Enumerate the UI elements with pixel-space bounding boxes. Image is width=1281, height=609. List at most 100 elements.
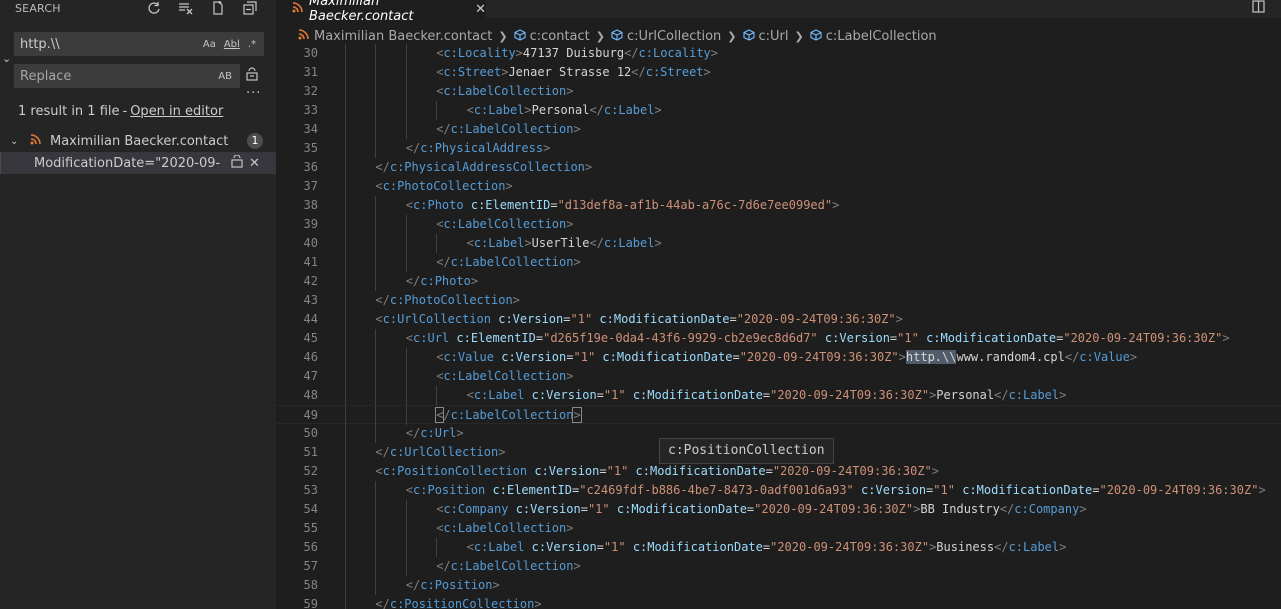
indent-guide [345,576,346,595]
code-line[interactable]: 43 </c:PhotoCollection> [276,291,1281,310]
line-number: 31 [303,65,318,79]
indent-guide [345,367,346,386]
toggle-replace-chevron-icon[interactable]: ⌄ [2,52,11,65]
code-line[interactable]: 49 </c:LabelCollection> [276,405,1281,425]
replace-input-placeholder: Replace [20,68,72,84]
indent-guide [375,500,377,519]
code-text: <c:UrlCollection c:Version="1" c:Modific… [375,312,903,326]
code-line[interactable]: 32 <c:LabelCollection> [276,82,1281,101]
match-case-icon[interactable]: Aa [203,39,216,50]
code-editor[interactable]: 30 <c:Locality>47137 Duisburg</c:Locality… [276,44,1281,609]
symbol-field-icon [810,28,822,44]
result-summary-separator: - [122,104,128,119]
indent-guide [345,557,346,576]
indent-guide [375,406,377,425]
code-line[interactable]: 30 <c:Locality>47137 Duisburg</c:Locality… [276,44,1281,63]
indent-guide [375,234,377,253]
breadcrumb-item[interactable]: c:Url [742,28,789,44]
result-file-name: Maximilian Baecker.contact [50,133,229,149]
replace-all-icon[interactable] [245,67,259,85]
code-text: <c:Label>UserTile</c:Label> [466,236,662,250]
code-text: <c:LabelCollection> [436,217,574,231]
line-number: 48 [303,388,318,402]
collapse-all-icon[interactable] [240,0,260,16]
code-text: </c:Photo> [405,274,479,288]
symbol-field-icon [742,28,755,44]
replace-icon[interactable] [231,154,243,171]
dismiss-icon[interactable]: ✕ [249,156,260,171]
chevron-down-icon[interactable]: ⌄ [10,136,22,147]
line-number: 47 [303,369,318,383]
preserve-case-icon[interactable]: AB [218,71,232,82]
code-line[interactable]: 35 </c:PhysicalAddress> [276,139,1281,158]
indent-guide [375,367,377,386]
sidebar-header-actions [144,0,260,16]
code-text: </c:Url> [405,426,464,440]
code-line[interactable]: 37 <c:PhotoCollection> [276,177,1281,196]
code-line[interactable]: 33 <c:Label>Personal</c:Label> [276,101,1281,120]
breadcrumb-item[interactable]: c:LabelCollection [810,29,937,44]
result-summary: 1 result in 1 file - Open in editor [18,104,223,119]
match-count-badge: 1 [247,133,263,149]
code-line[interactable]: 34 </c:LabelCollection> [276,120,1281,139]
clear-results-icon[interactable] [176,0,196,16]
code-line[interactable]: 52 <c:PositionCollection c:Version="1" c:… [276,462,1281,481]
code-line[interactable]: 53 <c:Position c:ElementID="c2469fdf-b886… [276,481,1281,500]
indent-guide [375,63,377,82]
code-line[interactable]: 46 <c:Value c:Version="1" c:ModificationD… [276,348,1281,367]
code-line[interactable]: 48 <c:Label c:Version="1" c:ModificationD… [276,386,1281,405]
result-match-text: ModificationDate="2020-09-2... [34,155,220,171]
search-input-value: http.\\ [20,36,60,52]
search-input[interactable]: http.\\ Aa Abl .* [14,32,264,56]
code-line[interactable]: 41 </c:LabelCollection> [276,253,1281,272]
symbol-field-icon [611,28,623,44]
indent-guide [345,443,346,462]
result-match-row[interactable]: ModificationDate="2020-09-2... ✕ [0,152,276,174]
breadcrumb: Maximilian Baecker.contact ❯ c:contact ❯ c:U… [276,26,1281,46]
indent-guide [405,348,407,367]
tab-contact-file[interactable]: Maximilian Baecker.contact ✕ [276,0,486,24]
split-editor-icon[interactable] [1252,0,1265,17]
indent-guide [375,481,377,500]
code-line[interactable]: 44 <c:UrlCollection c:Version="1" c:Modif… [276,310,1281,329]
indent-guide [345,120,346,139]
breadcrumb-file[interactable]: Maximilian Baecker.contact [276,29,492,44]
code-line[interactable]: 39 <c:LabelCollection> [276,215,1281,234]
code-line[interactable]: 55 <c:LabelCollection> [276,519,1281,538]
code-line[interactable]: 58 </c:Position> [276,576,1281,595]
replace-input[interactable]: Replace AB [14,64,240,88]
code-line[interactable]: 45 <c:Url c:ElementID="d265f19e-0da4-43f6… [276,329,1281,348]
code-line[interactable]: 36 </c:PhysicalAddressCollection> [276,158,1281,177]
tab-label: Maximilian Baecker.contact [309,0,414,24]
use-regex-icon[interactable]: .* [248,39,256,50]
indent-guide [405,120,407,139]
indent-guide [405,406,407,425]
code-line[interactable]: 40 <c:Label>UserTile</c:Label> [276,234,1281,253]
line-number: 43 [303,293,318,307]
breadcrumb-item[interactable]: c:contact [514,29,590,44]
line-number: 55 [303,521,318,535]
close-icon[interactable]: ✕ [475,2,486,17]
code-line[interactable]: 42 </c:Photo> [276,272,1281,291]
code-line[interactable]: 38 <c:Photo c:ElementID="d13def8a-af1b-44… [276,196,1281,215]
indent-guide [345,82,346,101]
code-line[interactable]: 31 <c:Street>Jenaer Strasse 12</c:Street> [276,63,1281,82]
indent-guide [405,538,407,557]
code-line[interactable]: 47 <c:LabelCollection> [276,367,1281,386]
indent-guide [375,557,377,576]
indent-guide [345,595,346,609]
new-search-editor-icon[interactable] [208,0,228,16]
more-actions-icon[interactable]: ··· [246,86,261,101]
code-line[interactable]: 56 <c:Label c:Version="1" c:ModificationD… [276,538,1281,557]
open-in-editor-link[interactable]: Open in editor [130,104,223,119]
code-line[interactable]: 59 </c:PositionCollection> [276,595,1281,609]
indent-guide [345,462,346,481]
code-line[interactable]: 57 </c:LabelCollection> [276,557,1281,576]
tab-bar: Maximilian Baecker.contact ✕ [276,0,1281,24]
match-whole-word-icon[interactable]: Abl [224,39,240,50]
breadcrumb-item[interactable]: c:UrlCollection [611,29,721,44]
refresh-icon[interactable] [144,0,164,16]
code-line[interactable]: 54 <c:Company c:Version="1" c:Modificatio… [276,500,1281,519]
indent-guide [405,101,407,120]
result-file-row[interactable]: ⌄ Maximilian Baecker.contact 1 [0,131,276,151]
